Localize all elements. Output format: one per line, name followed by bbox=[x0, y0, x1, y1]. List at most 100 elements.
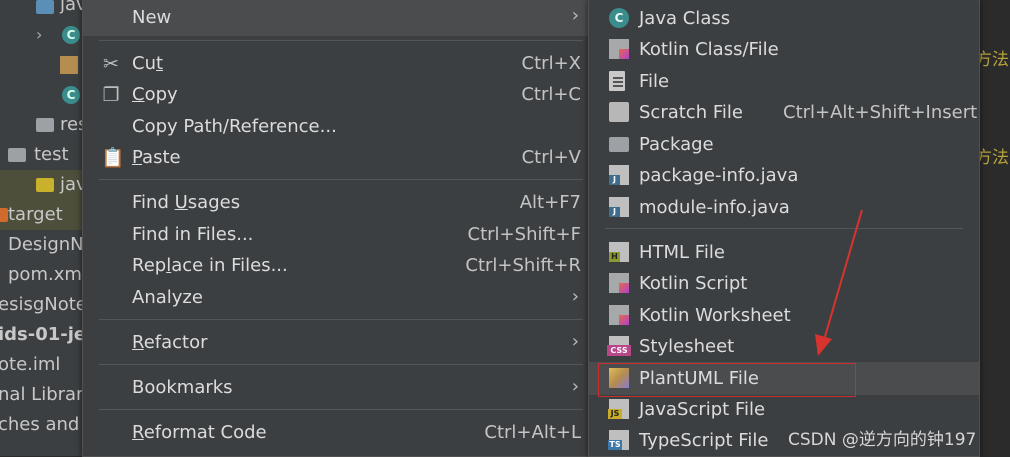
menu-item-shortcut: Ctrl+Alt+L bbox=[484, 422, 581, 443]
tree-row[interactable]: test bbox=[0, 140, 95, 170]
menu-separator bbox=[99, 179, 583, 180]
chevron-right-icon: › bbox=[571, 5, 579, 26]
clipboard-icon: 📋 bbox=[101, 147, 125, 169]
menu-item-label: Replace in Files... bbox=[132, 255, 288, 276]
tree-row[interactable]: jav bbox=[0, 0, 95, 20]
kotlin-script-icon bbox=[609, 273, 629, 293]
tree-row[interactable]: › C bbox=[0, 20, 95, 50]
tree-row[interactable]: nal Librari bbox=[0, 380, 95, 410]
menu-separator bbox=[99, 409, 583, 410]
menu-item-label: Paste bbox=[132, 147, 181, 168]
submenu-item-kotlin-class[interactable]: Kotlin Class/File bbox=[589, 34, 979, 65]
menu-separator bbox=[99, 40, 583, 41]
menu-item-label: Refactor bbox=[132, 332, 208, 353]
html-file-icon bbox=[609, 242, 629, 262]
submenu-item-label: Java Class bbox=[639, 8, 731, 29]
menu-item-replace-in-files[interactable]: Replace in Files... Ctrl+Shift+R bbox=[83, 250, 591, 281]
typescript-file-icon bbox=[608, 430, 629, 450]
chevron-right-icon: › bbox=[571, 286, 579, 307]
class-icon: C bbox=[62, 26, 80, 44]
scissors-icon: ✂ bbox=[103, 53, 119, 75]
menu-separator bbox=[99, 319, 583, 320]
tree-row[interactable]: DesignN bbox=[0, 230, 95, 260]
menu-item-shortcut: Ctrl+Shift+R bbox=[465, 255, 581, 276]
submenu-item-label: package-info.java bbox=[639, 165, 799, 186]
annotation-highlight-box bbox=[598, 363, 856, 397]
css-file-icon bbox=[607, 336, 631, 356]
menu-item-reformat-code[interactable]: Reformat Code Ctrl+Alt+L bbox=[83, 417, 591, 448]
menu-item-find-usages[interactable]: Find Usages Alt+F7 bbox=[83, 187, 591, 218]
submenu-item-javascript-file[interactable]: JavaScript File bbox=[589, 394, 979, 425]
menu-item-find-in-files[interactable]: Find in Files... Ctrl+Shift+F bbox=[83, 219, 591, 250]
submenu-item-label: Stylesheet bbox=[639, 336, 735, 357]
folder-icon bbox=[8, 148, 26, 162]
menu-item-shortcut: Ctrl+V bbox=[521, 147, 581, 168]
code-comment: 方法2 bbox=[975, 50, 1010, 70]
menu-item-paste[interactable]: 📋 Paste Ctrl+V bbox=[83, 142, 591, 173]
chevron-right-icon: › bbox=[571, 376, 579, 397]
tree-row[interactable] bbox=[0, 50, 95, 80]
menu-item-label: Copy Path/Reference... bbox=[132, 116, 337, 137]
submenu-item-package[interactable]: Package bbox=[589, 129, 979, 160]
tree-row[interactable]: jav bbox=[0, 170, 95, 200]
menu-item-analyze[interactable]: Analyze › bbox=[83, 282, 591, 313]
folder-icon bbox=[36, 0, 54, 14]
submenu-item-kotlin-script[interactable]: Kotlin Script bbox=[589, 268, 979, 299]
submenu-item-package-info[interactable]: package-info.java bbox=[589, 160, 979, 191]
submenu-item-label: Kotlin Class/File bbox=[639, 39, 779, 60]
submenu-item-java-class[interactable]: C Java Class bbox=[589, 3, 979, 34]
menu-item-bookmarks[interactable]: Bookmarks › bbox=[83, 372, 591, 403]
folder-icon bbox=[0, 208, 8, 222]
java-file-icon bbox=[609, 165, 629, 185]
tree-row[interactable]: esisgNote bbox=[0, 290, 95, 320]
copy-icon: ❐ bbox=[102, 84, 120, 106]
tree-row[interactable]: res bbox=[0, 110, 95, 140]
file-icon bbox=[609, 71, 625, 91]
tree-row[interactable]: ches and C bbox=[0, 410, 95, 440]
menu-item-cut[interactable]: ✂ Cut Ctrl+X bbox=[83, 48, 591, 79]
menu-item-label: Analyze bbox=[132, 287, 203, 308]
submenu-item-kotlin-worksheet[interactable]: Kotlin Worksheet bbox=[589, 300, 979, 331]
javascript-file-icon bbox=[608, 399, 629, 419]
menu-item-label: Find in Files... bbox=[132, 224, 254, 245]
menu-item-shortcut: Ctrl+Shift+F bbox=[467, 224, 581, 245]
package-folder-icon bbox=[609, 137, 629, 152]
menu-item-refactor[interactable]: Refactor › bbox=[83, 327, 591, 358]
tree-row[interactable]: C bbox=[0, 80, 95, 110]
submenu-item-label: Package bbox=[639, 134, 714, 155]
expand-arrow-icon[interactable]: › bbox=[36, 25, 42, 44]
watermark: CSDN @逆方向的钟197 bbox=[788, 430, 977, 450]
menu-item-label: Bookmarks bbox=[132, 377, 233, 398]
submenu-item-label: File bbox=[639, 71, 670, 92]
menu-item-label: Copy bbox=[132, 84, 178, 105]
java-class-icon: C bbox=[609, 8, 629, 28]
submenu-item-module-info[interactable]: module-info.java bbox=[589, 192, 979, 223]
code-editor[interactable]: 方法2 方法3 bbox=[975, 0, 1010, 456]
submenu-separator bbox=[605, 228, 963, 229]
menu-item-shortcut: Alt+F7 bbox=[519, 192, 581, 213]
menu-item-label: Reformat Code bbox=[132, 422, 267, 443]
tree-row[interactable]: ids-01-jec bbox=[0, 320, 95, 350]
chevron-right-icon: › bbox=[571, 331, 579, 352]
submenu-item-scratch-file[interactable]: Scratch File Ctrl+Alt+Shift+Insert bbox=[589, 97, 979, 128]
tree-row-label: target bbox=[8, 204, 63, 225]
menu-item-copy-path[interactable]: Copy Path/Reference... bbox=[83, 111, 591, 142]
menu-item-new[interactable]: New › bbox=[83, 0, 591, 36]
tree-row-label: ids-01-jec bbox=[0, 324, 95, 345]
menu-item-copy[interactable]: ❐ Copy Ctrl+C bbox=[83, 79, 591, 110]
submenu-item-file[interactable]: File bbox=[589, 66, 979, 97]
menu-item-shortcut: Ctrl+X bbox=[521, 53, 581, 74]
tree-row[interactable]: pom.xml bbox=[0, 260, 95, 290]
submenu-item-stylesheet[interactable]: Stylesheet bbox=[589, 331, 979, 362]
submenu-item-html-file[interactable]: HTML File bbox=[589, 237, 979, 268]
tree-row[interactable]: target bbox=[0, 200, 95, 230]
submenu-item-shortcut: Ctrl+Alt+Shift+Insert bbox=[783, 102, 978, 123]
menu-item-label: Find Usages bbox=[132, 192, 241, 213]
submenu-item-label: module-info.java bbox=[639, 197, 790, 218]
submenu-item-label: Kotlin Script bbox=[639, 273, 748, 294]
kotlin-worksheet-icon bbox=[609, 305, 629, 325]
tree-row[interactable]: ote.iml bbox=[0, 350, 95, 380]
class-icon: C bbox=[62, 86, 80, 104]
menu-item-label: New bbox=[132, 7, 172, 28]
tree-row-label: DesignN bbox=[8, 234, 84, 255]
